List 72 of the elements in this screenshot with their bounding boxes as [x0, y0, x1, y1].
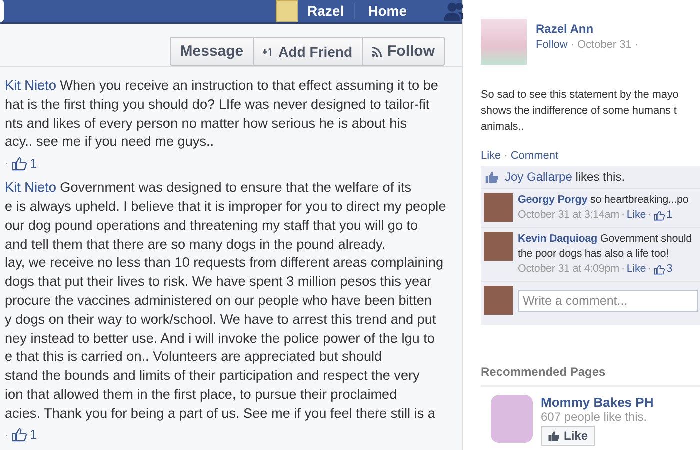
user-avatar[interactable] [276, 0, 298, 22]
like-count[interactable]: 1 [30, 156, 38, 171]
photo-placeholder [484, 286, 513, 315]
post-text-line: So sad to see this statement by the mayo [481, 88, 680, 103]
separator-dot: · [504, 150, 508, 162]
separator-dot: · [621, 208, 625, 223]
like-link[interactable]: Like [626, 208, 646, 223]
comment-text-line: nts and likes of every person no matter how serious he is about his [5, 114, 408, 133]
comment-text-line: ion that allowed them in the first place, to pursue their proclaimed [5, 386, 398, 404]
comment-text-line: e that this is carried on.. Volunteers are appreciated but should [5, 348, 384, 366]
comment-text-line: stand the bounds and limits of their participation and respect the very [5, 367, 421, 386]
comment-text-line: ney instead to better use. And i will invoke the police power of the lgu to [5, 330, 436, 348]
post-date: October 31 [577, 39, 632, 51]
separator-dot: · [634, 39, 639, 51]
comment-text-line: our dog pound operations and threatening my staff that you will go to [5, 216, 420, 235]
friends-icon[interactable] [444, 1, 466, 21]
comment-text: Georgy Porgy so heartbreaking...po [518, 193, 689, 208]
separator-dot: · [5, 428, 9, 442]
comment-text-line: acy.. see me if you need me guys.. [5, 133, 216, 152]
comment-text-line: lay, we receive no less than 10 requests from different areas complaining [5, 254, 445, 272]
page-name[interactable]: Mommy Bakes PH [541, 395, 654, 410]
like-count[interactable]: 3 [666, 262, 672, 277]
separator-dot: · [648, 262, 652, 277]
comment-field[interactable]: Write a comment... [518, 290, 698, 312]
comment-text-line: and tell them that there are so many dogs in the pound already. [5, 236, 387, 254]
like-count[interactable]: 1 [666, 208, 672, 223]
author-name[interactable]: Razel Ann [536, 22, 639, 36]
comment-text-line: dogs that put their lives to risk. We have spent 3 million pesos this year [5, 273, 433, 292]
photo-placeholder [484, 232, 513, 261]
comment-text: Kevin Daquioag Government should [518, 232, 692, 247]
comment-text-line: y dogs on their way to work/school. We have to arrest this trend and put [5, 310, 438, 329]
like-link[interactable]: Like [626, 262, 646, 277]
like-link[interactable]: Like [481, 150, 502, 162]
comment-text-line: hat is the first thing you should do? LIfe was never designed to tailor-fit [5, 96, 431, 114]
like-count[interactable]: 1 [30, 427, 38, 442]
separator-dot: · [621, 262, 625, 277]
thumbs-up-icon [12, 156, 27, 171]
page-likes: 607 people like this. [541, 410, 648, 424]
separator-dot: · [570, 39, 574, 51]
comment-time: October 31 at 3:14am [518, 208, 620, 223]
add-friend-button[interactable]: Add Friend [254, 38, 362, 65]
thumbs-up-icon [654, 264, 665, 275]
comment-text-line: acies. Thank you for being a part of us. See me if you feel there still is a [5, 404, 436, 423]
comment-text-line: e is always upheld. I believe that it is improper for you to direct my people [5, 198, 448, 216]
comment-text: the poor dogs has also a life too! [518, 247, 670, 262]
thumbs-up-icon [548, 430, 560, 442]
rss-icon [372, 46, 382, 56]
photo-placeholder [491, 395, 533, 443]
thumbs-up-icon [12, 427, 27, 442]
comment-text-line: procure the vaccines administered on our people who have been bitten [5, 292, 433, 310]
comment-text-line: Kit Nieto Government was designed to ensure that the welfare of its [5, 179, 413, 198]
like-button[interactable]: Like [541, 426, 596, 446]
post-text-line: animals.. [481, 120, 526, 135]
separator-dot: · [648, 208, 652, 223]
follow-link[interactable]: Follow [536, 39, 568, 51]
message-button[interactable]: Message [171, 38, 254, 65]
section-title: Recommended Pages [481, 365, 700, 387]
comment-link[interactable]: Comment [510, 150, 559, 162]
post-text-line: shows the indifference of some humans t [481, 104, 678, 119]
plus-one-icon [262, 46, 273, 56]
search-field[interactable] [0, 0, 4, 22]
profile-link[interactable]: Razel [308, 3, 354, 19]
photo-placeholder [481, 19, 527, 65]
likes-text: Joy Gallarpe likes this. [505, 170, 626, 184]
thumbs-up-icon [485, 170, 499, 184]
comment-text-line: Kit Nieto When you receive an instruction to that effect assuming it to be [5, 77, 440, 95]
thumbs-up-icon [654, 210, 665, 221]
photo-placeholder [484, 193, 513, 222]
follow-button[interactable]: Follow [362, 38, 444, 65]
home-link[interactable]: Home [354, 3, 417, 19]
comment-time: October 31 at 4:09pm [518, 262, 620, 277]
separator-dot: · [5, 156, 9, 170]
